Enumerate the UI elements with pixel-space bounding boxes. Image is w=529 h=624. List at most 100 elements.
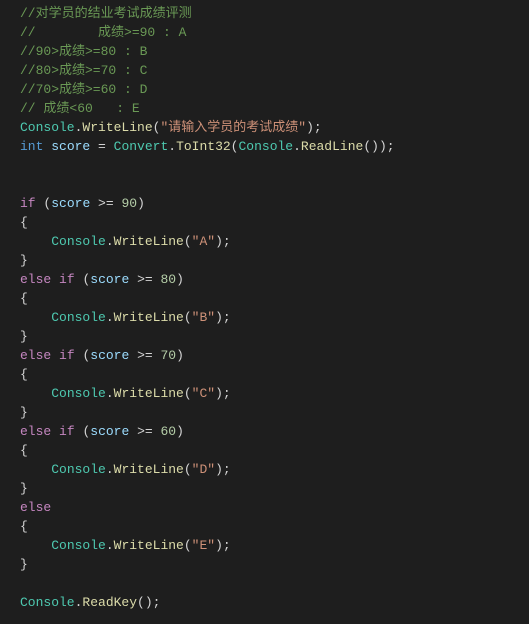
punct: () [363, 139, 379, 154]
blank-line [0, 156, 529, 175]
number: 70 [161, 348, 177, 363]
string: "A" [192, 234, 215, 249]
string: "请输入学员的考试成绩" [160, 120, 306, 135]
type: Console [51, 538, 106, 553]
code-line: Console.WriteLine("E"); [0, 536, 529, 555]
punct: ( [184, 234, 192, 249]
code-line: { [0, 213, 529, 232]
comment-line: // 成绩<60 : E [0, 99, 529, 118]
punct: ); [379, 139, 395, 154]
punct: ); [306, 120, 322, 135]
punct: ( [184, 310, 192, 325]
method: ToInt32 [176, 139, 231, 154]
string: "D" [192, 462, 215, 477]
brace: { [20, 443, 28, 458]
punct: ) [137, 196, 145, 211]
punct: ); [215, 386, 231, 401]
comment-line: //对学员的结业考试成绩评测 [0, 4, 529, 23]
comment: // 成绩>=90 : A [20, 25, 186, 40]
variable: score [90, 424, 129, 439]
punct: = [90, 139, 113, 154]
punct: ( [184, 538, 192, 553]
comment: //90>成绩>=80 : B [20, 44, 147, 59]
punct: . [168, 139, 176, 154]
code-line: if (score >= 90) [0, 194, 529, 213]
punct: ); [215, 234, 231, 249]
code-line: { [0, 289, 529, 308]
brace: } [20, 405, 28, 420]
comment-line: //80>成绩>=70 : C [0, 61, 529, 80]
punct: >= [129, 272, 160, 287]
punct: ) [176, 424, 184, 439]
control: if [59, 348, 75, 363]
type: Console [238, 139, 293, 154]
code-line: } [0, 479, 529, 498]
brace: { [20, 367, 28, 382]
control: if [20, 196, 36, 211]
code-line: { [0, 365, 529, 384]
number: 60 [161, 424, 177, 439]
comment-line: //90>成绩>=80 : B [0, 42, 529, 61]
method: WriteLine [114, 386, 184, 401]
code-line: } [0, 403, 529, 422]
punct: . [293, 139, 301, 154]
punct: . [106, 386, 114, 401]
comment: //对学员的结业考试成绩评测 [20, 6, 192, 21]
code-line: else if (score >= 80) [0, 270, 529, 289]
type: Console [20, 120, 75, 135]
code-line: Console.WriteLine("C"); [0, 384, 529, 403]
string: "B" [192, 310, 215, 325]
code-line: Console.WriteLine("B"); [0, 308, 529, 327]
type: Console [51, 310, 106, 325]
code-line: Console.WriteLine("请输入学员的考试成绩"); [0, 118, 529, 137]
code-block: //对学员的结业考试成绩评测 // 成绩>=90 : A //90>成绩>=80… [0, 4, 529, 612]
type: Console [51, 234, 106, 249]
method: WriteLine [114, 538, 184, 553]
brace: { [20, 215, 28, 230]
brace: } [20, 329, 28, 344]
variable: score [51, 139, 90, 154]
punct [51, 424, 59, 439]
control: else [20, 348, 51, 363]
code-line: } [0, 327, 529, 346]
method: WriteLine [114, 462, 184, 477]
punct: >= [90, 196, 121, 211]
type: Convert [114, 139, 169, 154]
method: WriteLine [82, 120, 152, 135]
code-line: } [0, 555, 529, 574]
method: ReadKey [82, 595, 137, 610]
control: else [20, 424, 51, 439]
brace: } [20, 557, 28, 572]
punct: . [106, 310, 114, 325]
punct: ) [176, 272, 184, 287]
punct: ); [215, 310, 231, 325]
punct [51, 348, 59, 363]
code-line: else [0, 498, 529, 517]
code-line: Console.WriteLine("A"); [0, 232, 529, 251]
comment-line: //70>成绩>=60 : D [0, 80, 529, 99]
control: if [59, 272, 75, 287]
variable: score [90, 348, 129, 363]
method: ReadLine [301, 139, 363, 154]
punct: ( [184, 462, 192, 477]
code-line: { [0, 517, 529, 536]
punct: ); [215, 462, 231, 477]
control: else [20, 272, 51, 287]
number: 80 [161, 272, 177, 287]
punct: . [106, 462, 114, 477]
blank-line [0, 175, 529, 194]
code-line: { [0, 441, 529, 460]
brace: } [20, 481, 28, 496]
method: WriteLine [114, 234, 184, 249]
punct: . [106, 538, 114, 553]
code-line: Console.WriteLine("D"); [0, 460, 529, 479]
punct: ; [153, 595, 161, 610]
code-line: else if (score >= 60) [0, 422, 529, 441]
punct: >= [129, 348, 160, 363]
punct: . [106, 234, 114, 249]
brace: { [20, 291, 28, 306]
variable: score [51, 196, 90, 211]
punct: >= [129, 424, 160, 439]
punct: () [137, 595, 153, 610]
comment: //80>成绩>=70 : C [20, 63, 147, 78]
